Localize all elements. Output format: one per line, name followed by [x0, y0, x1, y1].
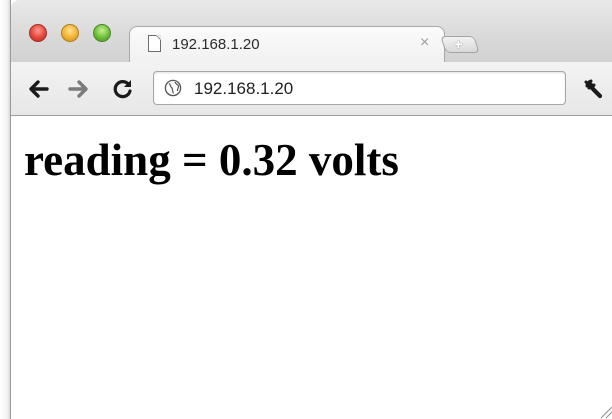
new-tab-button[interactable]: + — [440, 36, 480, 53]
tab-active[interactable]: 192.168.1.20 × — [129, 26, 445, 62]
toolbar: 192.168.1.20 — [11, 62, 612, 116]
zoom-window-button[interactable] — [93, 24, 111, 42]
address-bar[interactable]: 192.168.1.20 — [153, 71, 566, 105]
tab-close-button[interactable]: × — [420, 34, 429, 52]
title-bar: 192.168.1.20 × + — [11, 0, 612, 62]
page-icon — [148, 35, 161, 52]
reload-button[interactable] — [110, 76, 136, 102]
browser-window: 192.168.1.20 × + 192.168.1.20 reading = … — [10, 0, 612, 419]
tab-title: 192.168.1.20 — [172, 36, 260, 53]
reload-icon — [113, 80, 132, 99]
globe-icon — [164, 79, 182, 97]
page-content: reading = 0.32 volts — [11, 116, 612, 419]
back-arrow-icon — [29, 80, 49, 98]
wrench-icon — [584, 79, 603, 99]
forward-arrow-icon — [68, 80, 88, 98]
reading-heading: reading = 0.32 volts — [24, 135, 399, 185]
back-button[interactable] — [25, 76, 51, 102]
settings-menu-button[interactable] — [580, 76, 606, 102]
url-text: 192.168.1.20 — [194, 79, 294, 98]
desktop-edge — [0, 0, 10, 419]
minimize-window-button[interactable] — [61, 24, 79, 42]
forward-button[interactable] — [66, 76, 92, 102]
resize-grip-icon[interactable] — [595, 401, 612, 419]
plus-icon: + — [454, 36, 463, 53]
close-window-button[interactable] — [29, 24, 47, 42]
